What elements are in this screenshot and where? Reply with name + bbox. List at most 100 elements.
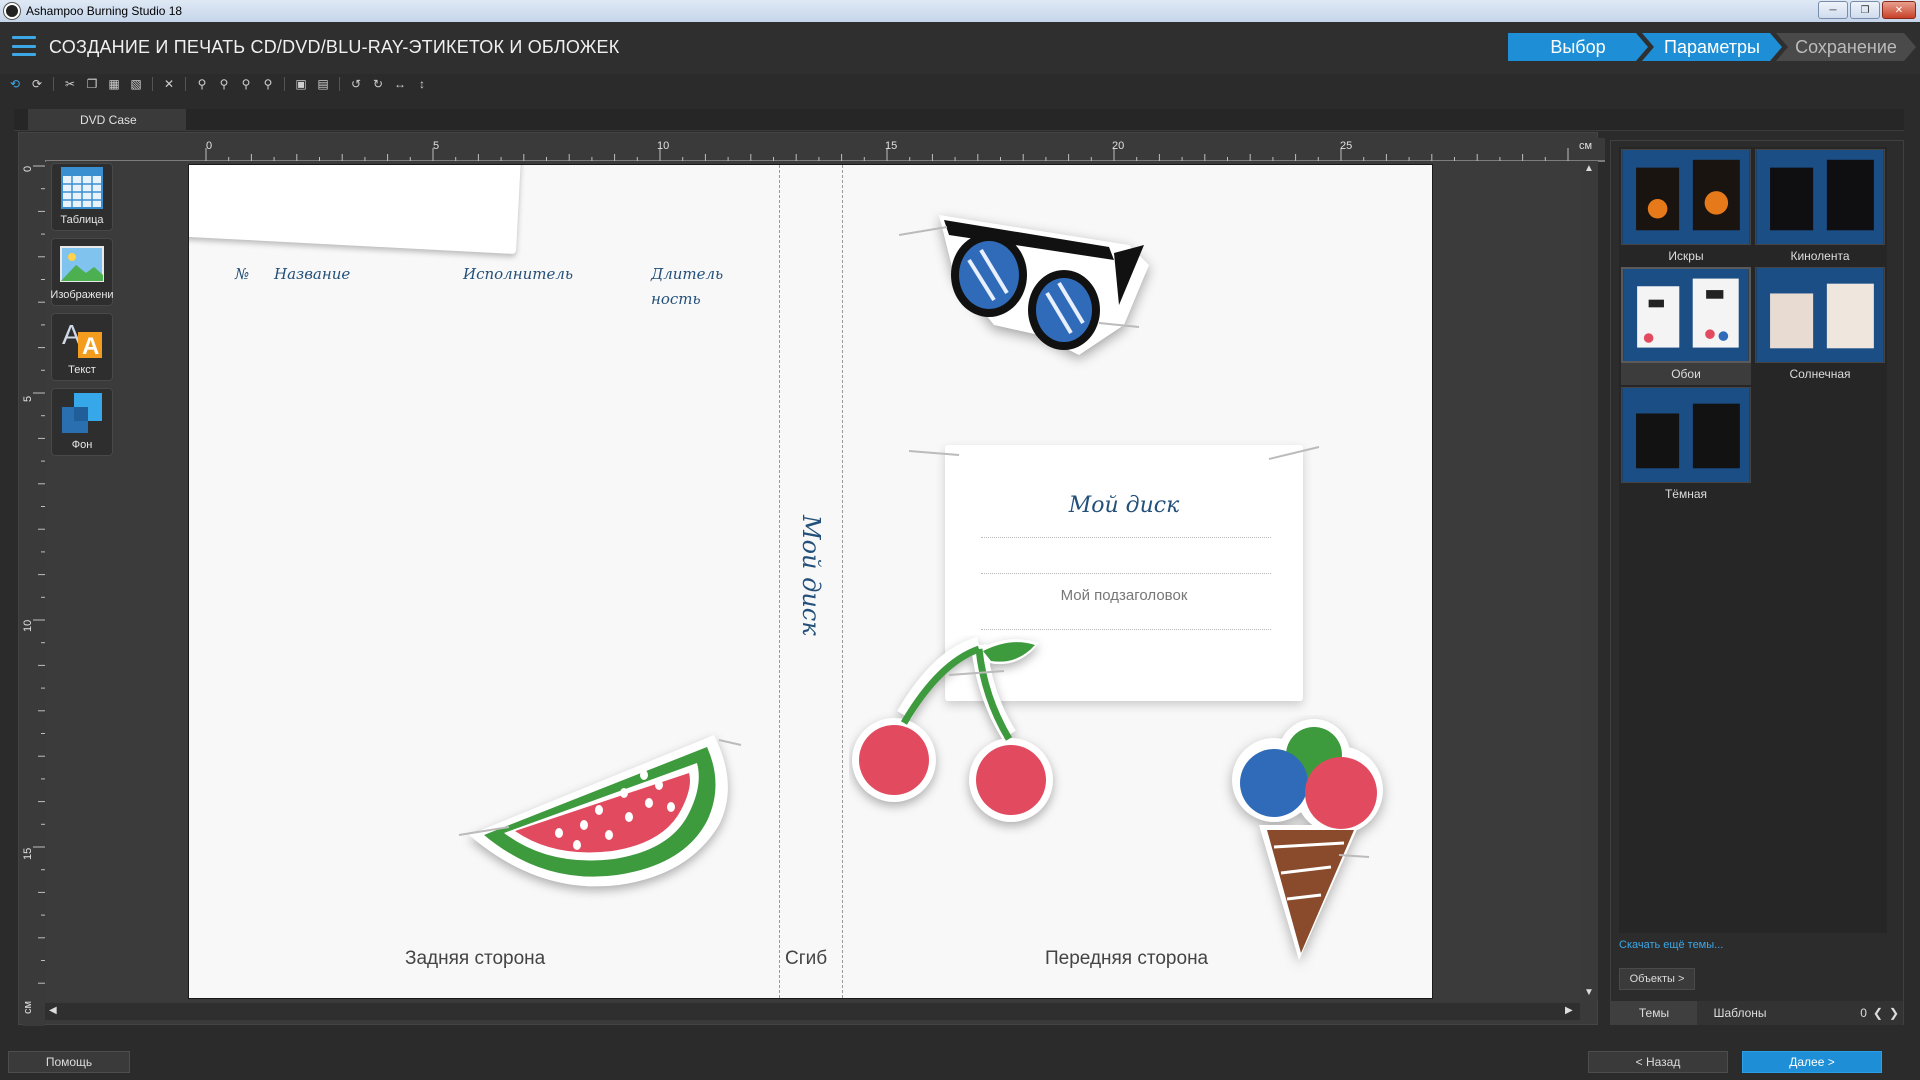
- vertical-scrollbar[interactable]: ▲ ▼: [1580, 161, 1597, 1002]
- cut-icon[interactable]: ✂: [61, 76, 79, 92]
- column-duration[interactable]: Длитель ность: [651, 262, 731, 312]
- help-button[interactable]: Помощь: [8, 1051, 130, 1073]
- copy-icon[interactable]: ❐: [83, 76, 101, 92]
- theme-sunny-preview: [1755, 267, 1885, 363]
- design-page[interactable]: № Название Исполнитель Длитель ность Мой…: [189, 165, 1432, 998]
- theme-dark-preview: [1621, 387, 1751, 483]
- back-button[interactable]: < Назад: [1588, 1051, 1728, 1073]
- send-back-icon[interactable]: ▤: [314, 76, 332, 92]
- tool-image[interactable]: Изображени: [50, 238, 114, 306]
- column-artist[interactable]: Исполнитель: [463, 265, 573, 283]
- tool-text[interactable]: A A Текст: [51, 313, 113, 381]
- delete-icon[interactable]: ✕: [160, 76, 178, 92]
- spine-title[interactable]: Мой диск: [797, 515, 825, 636]
- flip-vertical-icon[interactable]: ↕: [413, 76, 431, 92]
- zoom-page-icon[interactable]: ⚲: [259, 76, 277, 92]
- scroll-up-icon[interactable]: ▲: [1584, 163, 1594, 174]
- text-icon: A A: [62, 319, 102, 360]
- theme-sparks[interactable]: Искры: [1621, 149, 1751, 267]
- themes-panel: Искры Кинолента Обои Солнечная Тёмная Ск…: [1610, 140, 1904, 1025]
- ruler-unit: см: [1579, 140, 1592, 152]
- tab-dvd-case[interactable]: DVD Case: [28, 109, 186, 131]
- ruler-top-label: 25: [1340, 140, 1352, 152]
- ruler-unit-left: см: [23, 1001, 34, 1014]
- tool-label: Таблица: [60, 214, 104, 226]
- theme-wallpaper-preview: [1621, 267, 1751, 363]
- toolbar-separator: [53, 77, 54, 91]
- theme-list: Искры Кинолента Обои Солнечная Тёмная: [1619, 147, 1887, 933]
- theme-sparks-preview: [1621, 149, 1751, 245]
- paper-card-decoration[interactable]: [189, 165, 522, 255]
- theme-film[interactable]: Кинолента: [1755, 149, 1885, 267]
- undo-icon[interactable]: ⟲: [6, 76, 24, 92]
- sunglasses-sticker[interactable]: [899, 205, 1169, 375]
- window-title: Ashampoo Burning Studio 18: [26, 4, 183, 18]
- ruler-top-label: 0: [206, 140, 212, 152]
- app-logo-icon: [4, 3, 20, 19]
- object-tools: Таблица Изображени A A Текст Фон: [50, 163, 115, 459]
- ice-cream-sticker[interactable]: [1219, 715, 1409, 975]
- card-pins: [909, 446, 1320, 460]
- redo-icon[interactable]: ⟳: [28, 76, 46, 92]
- window-controls: ─ ❐ ✕: [1818, 1, 1916, 19]
- toolbar-separator: [284, 77, 285, 91]
- page-navigator: 0 ❮ ❯: [1860, 1001, 1903, 1025]
- maximize-button[interactable]: ❐: [1850, 1, 1880, 19]
- theme-film-preview: [1755, 149, 1885, 245]
- theme-dark[interactable]: Тёмная: [1621, 387, 1751, 505]
- rotate-left-icon[interactable]: ↺: [347, 76, 365, 92]
- rotate-right-icon[interactable]: ↻: [369, 76, 387, 92]
- ruler-left-label: 10: [23, 620, 34, 632]
- step-parameters[interactable]: Параметры: [1642, 33, 1782, 61]
- ruler-horizontal: 0 5 10 15 20 25 см: [45, 138, 1605, 162]
- zoom-out-icon[interactable]: ⚲: [215, 76, 233, 92]
- theme-label: Искры: [1668, 249, 1704, 263]
- ruler-left-label: 0: [23, 166, 34, 172]
- theme-sunny[interactable]: Солнечная: [1755, 267, 1885, 385]
- chevron-right-icon[interactable]: ❯: [1889, 1006, 1899, 1020]
- zoom-fit-icon[interactable]: ⚲: [237, 76, 255, 92]
- chevron-left-icon[interactable]: ❮: [1873, 1006, 1883, 1020]
- scroll-left-icon[interactable]: ◀: [49, 1005, 57, 1016]
- toolbar-separator: [185, 77, 186, 91]
- tab-themes[interactable]: Темы: [1611, 1001, 1697, 1025]
- ruler-left-label: 5: [23, 396, 34, 402]
- menu-icon[interactable]: [12, 36, 36, 56]
- paste-icon[interactable]: ▦: [105, 76, 123, 92]
- column-number[interactable]: №: [235, 265, 249, 283]
- ruler-left-label: 15: [23, 848, 34, 860]
- paste-special-icon[interactable]: ▧: [127, 76, 145, 92]
- download-more-themes-link[interactable]: Скачать ещё темы...: [1619, 939, 1723, 951]
- document-tabs: DVD Case: [14, 109, 1904, 131]
- objects-button[interactable]: Объекты >: [1619, 968, 1695, 990]
- step-select[interactable]: Выбор: [1508, 33, 1648, 61]
- zoom-in-icon[interactable]: ⚲: [193, 76, 211, 92]
- ruler-vertical: 0 5 10 15 см: [23, 162, 45, 1026]
- scroll-right-icon[interactable]: ▶: [1565, 1005, 1573, 1016]
- bring-front-icon[interactable]: ▣: [292, 76, 310, 92]
- svg-text:A: A: [82, 333, 99, 360]
- cherries-sticker[interactable]: [849, 635, 1069, 835]
- card-subtitle[interactable]: Мой подзаголовок: [945, 587, 1303, 604]
- step-save[interactable]: Сохранение: [1776, 33, 1916, 61]
- ruler-top-label: 10: [657, 140, 669, 152]
- tool-table[interactable]: Таблица: [51, 163, 113, 231]
- table-icon: [61, 167, 103, 209]
- theme-wallpaper[interactable]: Обои: [1621, 267, 1751, 385]
- minimize-button[interactable]: ─: [1818, 1, 1848, 19]
- watermelon-sticker[interactable]: [449, 685, 769, 925]
- close-button[interactable]: ✕: [1882, 1, 1916, 19]
- app-header: СОЗДАНИЕ И ПЕЧАТЬ CD/DVD/BLU-RAY-ЭТИКЕТО…: [0, 22, 1920, 74]
- card-title[interactable]: Мой диск: [945, 493, 1303, 518]
- scroll-down-icon[interactable]: ▼: [1584, 987, 1594, 998]
- tool-background[interactable]: Фон: [51, 388, 113, 456]
- image-icon: [60, 246, 104, 282]
- column-title[interactable]: Название: [274, 265, 350, 283]
- theme-label: Тёмная: [1664, 487, 1708, 501]
- card-divider: [981, 573, 1271, 574]
- horizontal-scrollbar[interactable]: ◀ ▶: [45, 1003, 1580, 1020]
- next-button[interactable]: Далее >: [1742, 1051, 1882, 1073]
- theme-label: Кинолента: [1790, 249, 1850, 263]
- flip-horizontal-icon[interactable]: ↔: [391, 76, 409, 92]
- tab-templates[interactable]: Шаблоны: [1697, 1001, 1783, 1025]
